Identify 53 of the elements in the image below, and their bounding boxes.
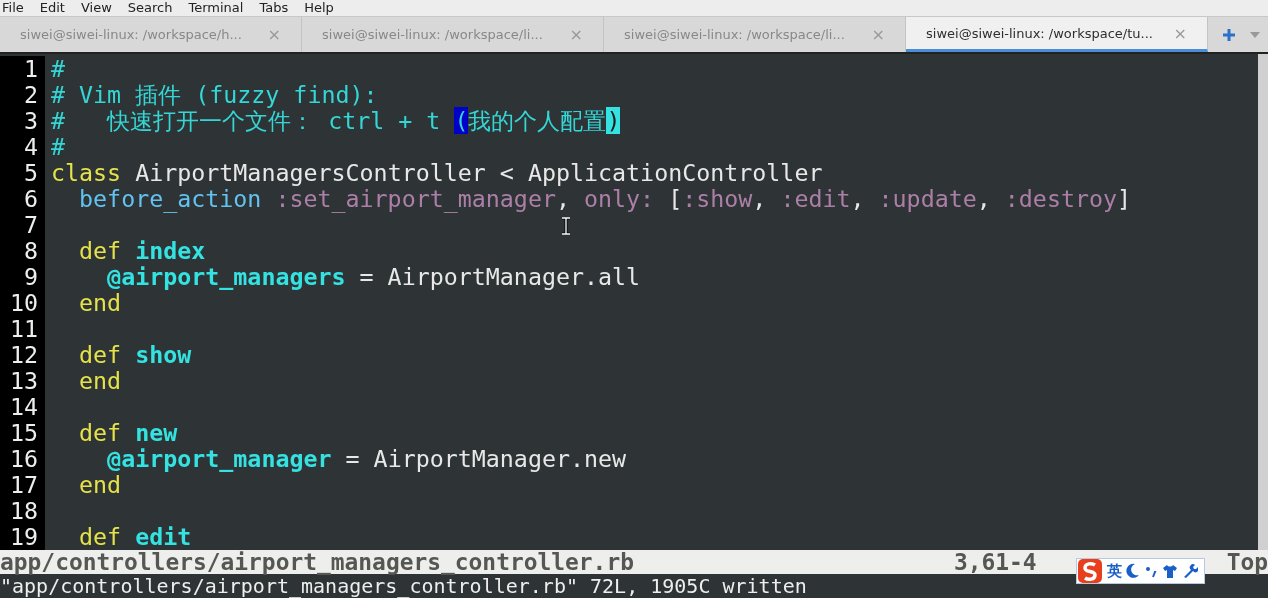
code-line: class AirportManagersController < ApplicationController: [50, 160, 823, 186]
add-icon[interactable]: [1222, 27, 1236, 42]
menu-item[interactable]: Terminal: [180, 0, 252, 16]
wrench-icon[interactable]: [1182, 563, 1198, 579]
line-number: 4: [0, 134, 45, 160]
code-line: end: [78, 472, 122, 498]
code-line: def edit: [78, 524, 192, 550]
line-number: 15: [0, 420, 45, 446]
code-line: # Vim 插件 (fuzzy find):: [50, 82, 378, 108]
line-number: 5: [0, 160, 45, 186]
line-number: 1: [0, 56, 45, 82]
menu-item[interactable]: Tabs: [251, 0, 297, 16]
menu-item[interactable]: Search: [119, 0, 181, 16]
line-number: 11: [0, 316, 45, 342]
code-line: #: [50, 134, 66, 160]
line-number: 8: [0, 238, 45, 264]
code-line: def new: [78, 420, 178, 446]
line-number: 14: [0, 394, 45, 420]
code-line: @airport_managers = AirportManager.all: [106, 264, 641, 290]
logo-icon[interactable]: [1077, 558, 1103, 584]
line-number: 16: [0, 446, 45, 472]
moon-icon[interactable]: [1126, 563, 1140, 579]
code-line: #: [50, 56, 66, 82]
code-line: def show: [78, 342, 192, 368]
input-mode[interactable]: 英: [1107, 561, 1122, 581]
code-line: end: [78, 368, 122, 394]
scroll-position: Top: [1226, 550, 1268, 574]
line-number: 18: [0, 498, 45, 524]
menu-item[interactable]: File: [0, 0, 32, 16]
cursor-position: 3,61-4: [953, 550, 1037, 574]
menu-item[interactable]: Help: [296, 0, 342, 16]
command-message: "app/controllers/airport_managers_controller.rb" 72L, 1905C written: [0, 574, 808, 598]
text-cursor-icon: [561, 217, 571, 235]
line-number: 13: [0, 368, 45, 394]
code-line: before_action :set_airport_manager, only: [:show, :edit, :update, :destroy]: [78, 186, 1132, 212]
line-number: 9: [0, 264, 45, 290]
code-line: end: [78, 290, 122, 316]
menu-item[interactable]: View: [72, 0, 120, 16]
file-path: app/controllers/airport_managers_controller.rb: [0, 550, 634, 574]
line-number: 3: [0, 108, 45, 134]
line-number: 12: [0, 342, 45, 368]
shirt-icon[interactable]: [1162, 563, 1178, 579]
terminal-tab[interactable]: siwei@siwei-linux: /workspace/tu... ×: [906, 17, 1208, 52]
scrollbar[interactable]: [1258, 54, 1268, 550]
line-number: 6: [0, 186, 45, 212]
line-number: 2: [0, 82, 45, 108]
code-line: @airport_manager = AirportManager.new: [106, 446, 627, 472]
line-number: 17: [0, 472, 45, 498]
line-number: 10: [0, 290, 45, 316]
line-number: 19: [0, 524, 45, 550]
line-number: 7: [0, 212, 45, 238]
code-line: def index: [78, 238, 206, 264]
menu-item[interactable]: Edit: [31, 0, 73, 16]
